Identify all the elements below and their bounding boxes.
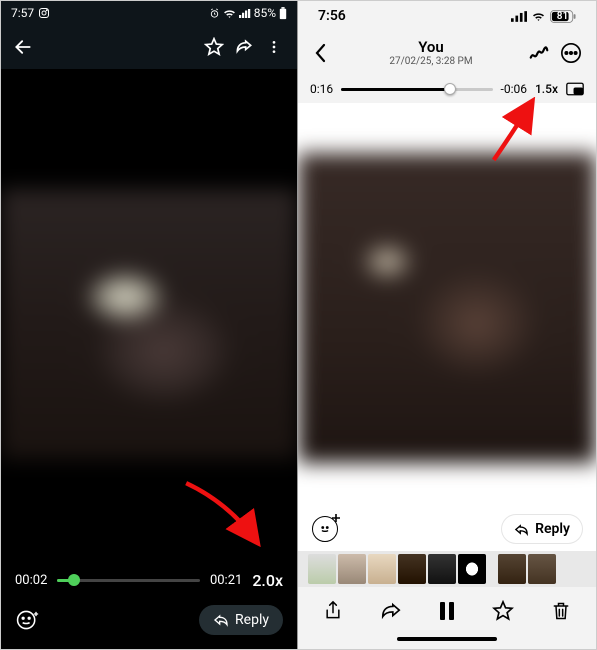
more-button[interactable] <box>560 42 582 64</box>
back-button[interactable] <box>306 43 334 63</box>
status-time: 7:56 <box>318 8 346 24</box>
seek-slider[interactable] <box>57 579 200 582</box>
signal-icon <box>239 8 251 19</box>
reply-button[interactable]: Reply <box>199 605 283 635</box>
emoji-reaction-button[interactable] <box>312 516 338 542</box>
star-button[interactable] <box>492 600 514 622</box>
draw-button[interactable] <box>528 42 550 64</box>
instagram-icon <box>38 7 50 19</box>
android-top-bar <box>1 25 297 69</box>
reply-button[interactable]: Reply <box>502 515 582 543</box>
battery-text: 81 <box>550 10 575 23</box>
reply-label: Reply <box>235 612 269 628</box>
pip-button[interactable] <box>566 82 584 96</box>
battery-icon <box>279 7 287 20</box>
media-thumbnail-strip[interactable] <box>298 551 596 587</box>
wifi-icon <box>531 11 546 22</box>
header-subtitle: 27/02/25, 3:28 PM <box>334 56 528 67</box>
video-content[interactable] <box>298 153 596 463</box>
forward-button[interactable] <box>380 601 402 621</box>
video-letterbox-bottom: 00:02 00:21 2.0x Reply <box>1 459 297 649</box>
delete-button[interactable] <box>551 600 571 622</box>
pause-button[interactable] <box>439 601 455 621</box>
remaining-time: -0:06 <box>501 82 527 96</box>
ios-status-bar: 7:56 81 <box>298 1 596 31</box>
battery-text: 85% <box>254 6 276 20</box>
header-title: You <box>334 39 528 56</box>
total-time: 00:21 <box>210 573 242 588</box>
ios-top-bar: You 27/02/25, 3:28 PM <box>298 31 596 75</box>
status-time: 7:57 <box>11 6 34 20</box>
star-button[interactable] <box>199 37 229 57</box>
reply-label: Reply <box>535 521 570 537</box>
back-button[interactable] <box>9 37 37 57</box>
android-screen: 7:57 85% <box>1 1 298 649</box>
video-letterbox-top <box>298 103 596 153</box>
signal-icon <box>511 11 527 22</box>
home-indicator[interactable] <box>298 635 596 649</box>
video-letterbox-bottom: Reply <box>298 463 596 551</box>
bottom-toolbar <box>298 587 596 635</box>
video-letterbox-top <box>1 69 297 189</box>
current-time: 00:02 <box>15 573 47 588</box>
share-button[interactable] <box>323 600 343 622</box>
ios-screen: 7:56 81 You 27/02/25, 3:28 PM <box>298 1 596 649</box>
battery-icon: 81 <box>550 10 576 23</box>
playback-speed-button[interactable]: 1.5x <box>535 82 558 96</box>
alarm-icon <box>209 8 220 19</box>
forward-button[interactable] <box>229 37 259 57</box>
progress-row: 0:16 -0:06 1.5x <box>298 75 596 103</box>
android-status-bar: 7:57 85% <box>1 1 297 25</box>
more-button[interactable] <box>259 37 289 57</box>
wifi-icon <box>223 8 236 19</box>
playback-speed-button[interactable]: 2.0x <box>252 571 283 590</box>
progress-row: 00:02 00:21 2.0x <box>1 561 297 599</box>
seek-slider[interactable] <box>341 88 492 91</box>
current-time: 0:16 <box>310 82 333 96</box>
video-content[interactable] <box>1 189 297 459</box>
emoji-reaction-button[interactable] <box>15 608 39 632</box>
